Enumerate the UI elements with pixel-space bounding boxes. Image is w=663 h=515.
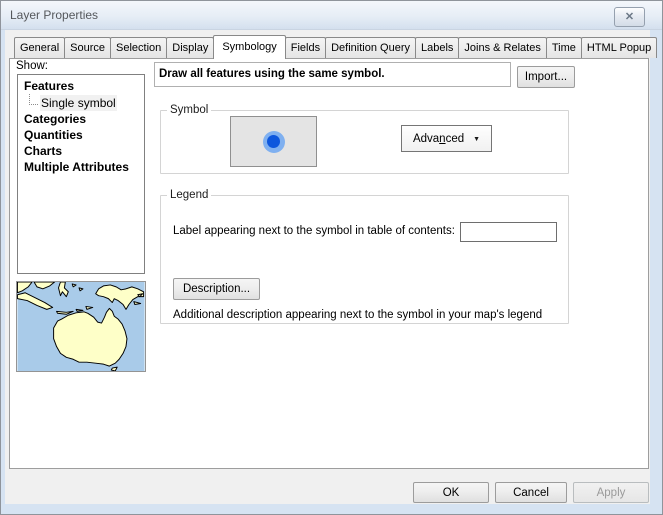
tab-bar: General Source Selection Display Symbolo… [14,34,656,58]
tab-selection[interactable]: Selection [110,37,167,58]
import-button[interactable]: Import... [517,66,575,88]
tab-labels[interactable]: Labels [415,37,459,58]
dropdown-arrow-icon: ▼ [473,134,480,143]
legend-label-input[interactable] [460,222,557,242]
legend-description-note: Additional description appearing next to… [173,309,542,321]
description-button[interactable]: Description... [173,278,260,300]
tab-html-popup[interactable]: HTML Popup [581,37,657,58]
tab-general[interactable]: General [14,37,65,58]
cancel-button[interactable]: Cancel [495,482,567,503]
tab-page-symbology: Show: Features Single symbol Categories … [9,58,649,469]
tab-joins-relates[interactable]: Joins & Relates [458,37,546,58]
tab-source[interactable]: Source [64,37,111,58]
tree-item-features[interactable]: Features [18,78,144,94]
titlebar: Layer Properties ✕ [1,1,662,30]
legend-groupbox: Legend [160,189,569,324]
tab-symbology[interactable]: Symbology [213,35,285,59]
ok-button[interactable]: OK [413,482,489,503]
tree-branch-icon [29,94,38,105]
tree-item-quantities[interactable]: Quantities [18,127,144,143]
point-symbol-icon [263,131,285,153]
symbol-preview-button[interactable] [230,116,317,167]
symbol-group-title: Symbol [167,104,211,116]
tree-item-single-symbol[interactable]: Single symbol [18,94,144,111]
symbol-groupbox: Symbol [160,104,569,174]
renderer-description: Draw all features using the same symbol. [154,62,511,87]
legend-group-title: Legend [167,189,211,201]
tree-item-categories[interactable]: Categories [18,111,144,127]
tab-fields[interactable]: Fields [285,37,326,58]
map-preview [16,281,146,372]
tree-item-charts[interactable]: Charts [18,143,144,159]
dialog-body: General Source Selection Display Symbolo… [5,30,650,504]
advanced-dropdown-button[interactable]: Advanced ▼ [401,125,492,152]
tab-definition-query[interactable]: Definition Query [325,37,416,58]
legend-label-caption: Label appearing next to the symbol in ta… [173,225,455,237]
window-title: Layer Properties [10,1,98,30]
layer-properties-dialog: Layer Properties ✕ General Source Select… [0,0,663,515]
tree-item-multiple-attributes[interactable]: Multiple Attributes [18,159,144,175]
map-thumbnail-svg [17,282,145,371]
tab-time[interactable]: Time [546,37,582,58]
apply-button[interactable]: Apply [573,482,649,503]
show-label: Show: [16,60,48,72]
close-button[interactable]: ✕ [614,7,645,27]
close-icon: ✕ [625,11,634,23]
tab-display[interactable]: Display [166,37,214,58]
show-listbox: Features Single symbol Categories Quanti… [17,74,145,274]
advanced-label: Advanced [413,133,464,145]
